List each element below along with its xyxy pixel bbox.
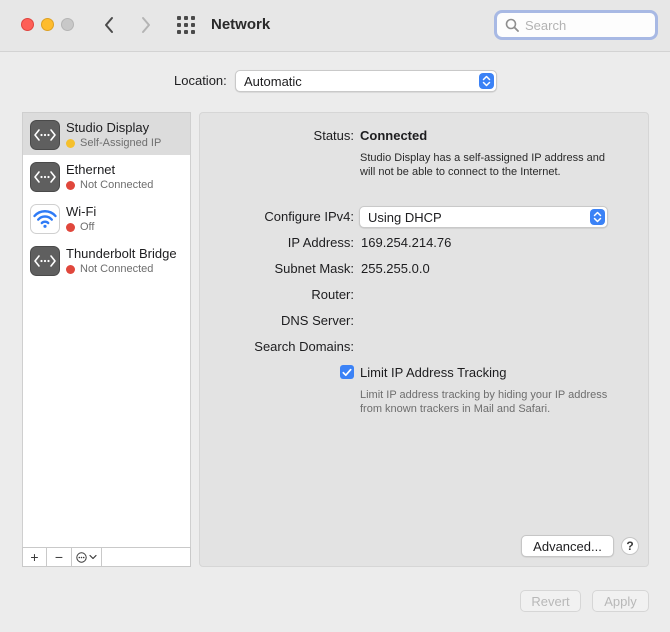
status-description: Studio Display has a self-assigned IP ad…: [360, 152, 605, 178]
subnet-mask-label: Subnet Mask:: [274, 261, 355, 276]
status-value: Connected: [360, 128, 428, 143]
add-service-button[interactable]: +: [23, 548, 47, 566]
grid-icon: [177, 16, 195, 34]
back-button[interactable]: [99, 14, 119, 36]
router-label: Router:: [311, 287, 354, 302]
apply-button[interactable]: Apply: [592, 590, 649, 612]
network-preferences-window: Network Location: Automatic Studio Displ…: [0, 0, 670, 632]
configure-ipv4-label: Configure IPv4:: [264, 209, 354, 224]
ethernet-arrows-icon: [30, 120, 60, 150]
service-status-text: Self-Assigned IP: [80, 137, 162, 149]
ethernet-arrows-icon: [30, 246, 60, 276]
service-name: Thunderbolt Bridge: [66, 246, 177, 261]
chevron-down-icon: [89, 554, 97, 560]
chevron-left-icon: [105, 17, 113, 33]
service-status: Not Connected: [66, 263, 153, 275]
service-name: Studio Display: [66, 120, 150, 135]
show-all-button[interactable]: [176, 15, 196, 35]
search-field[interactable]: [494, 10, 658, 40]
status-dot-red: [66, 222, 75, 232]
service-name: Wi-Fi: [66, 204, 97, 219]
location-popup[interactable]: Automatic: [235, 70, 497, 92]
service-status: Off: [66, 221, 94, 233]
advanced-button[interactable]: Advanced...: [521, 535, 614, 557]
status-dot-red: [66, 180, 75, 190]
status-label: Status:: [313, 128, 354, 143]
minimize-window-button[interactable]: [41, 18, 54, 31]
service-status-text: Not Connected: [80, 263, 154, 275]
zoom-window-button[interactable]: [61, 18, 74, 31]
search-icon: [505, 18, 519, 32]
search-input[interactable]: [525, 17, 645, 33]
service-status: Not Connected: [66, 179, 153, 191]
service-status: Self-Assigned IP: [66, 137, 161, 149]
search-domains-label: Search Domains:: [254, 339, 354, 354]
service-list: Studio Display Self-Assigned IP Ethernet…: [22, 112, 191, 547]
window-title: Network: [211, 16, 271, 33]
service-item-ethernet[interactable]: Ethernet Not Connected: [23, 155, 190, 197]
close-window-button[interactable]: [21, 18, 34, 31]
status-dot-red: [66, 264, 75, 274]
help-button[interactable]: ?: [621, 537, 639, 555]
title-bar: Network: [0, 0, 670, 52]
service-item-thunderbolt-bridge[interactable]: Thunderbolt Bridge Not Connected: [23, 239, 190, 281]
wifi-icon: [30, 204, 60, 234]
ellipsis-circle-icon: [76, 551, 87, 563]
subnet-mask-value: 255.255.0.0: [361, 261, 430, 276]
service-status-text: Not Connected: [80, 179, 154, 191]
configure-ipv4-value: Using DHCP: [368, 210, 442, 225]
checkmark-icon: [342, 368, 352, 376]
popup-stepper-icon: [590, 209, 605, 225]
service-list-toolbar: + −: [22, 547, 191, 567]
forward-button[interactable]: [136, 14, 156, 36]
action-menu-button[interactable]: [72, 548, 102, 566]
remove-service-button[interactable]: −: [47, 548, 72, 566]
chevron-right-icon: [142, 17, 150, 33]
popup-stepper-icon: [479, 73, 494, 89]
configure-ipv4-popup[interactable]: Using DHCP: [359, 206, 608, 228]
ethernet-arrows-icon: [30, 162, 60, 192]
dns-server-label: DNS Server:: [281, 313, 354, 328]
limit-tracking-description: Limit IP address tracking by hiding your…: [360, 389, 608, 415]
service-item-wifi[interactable]: Wi-Fi Off: [23, 197, 190, 239]
ip-address-value: 169.254.214.76: [361, 235, 452, 250]
service-name: Ethernet: [66, 162, 116, 177]
service-status-text: Off: [80, 221, 95, 233]
location-label: Location:: [174, 73, 227, 88]
status-dot-yellow: [66, 138, 75, 148]
location-value: Automatic: [244, 74, 302, 89]
service-item-studio-display[interactable]: Studio Display Self-Assigned IP: [23, 113, 190, 155]
ip-address-label: IP Address:: [287, 235, 354, 250]
limit-tracking-checkbox[interactable]: [340, 365, 354, 379]
revert-button[interactable]: Revert: [520, 590, 581, 612]
limit-tracking-label[interactable]: Limit IP Address Tracking: [360, 365, 506, 380]
